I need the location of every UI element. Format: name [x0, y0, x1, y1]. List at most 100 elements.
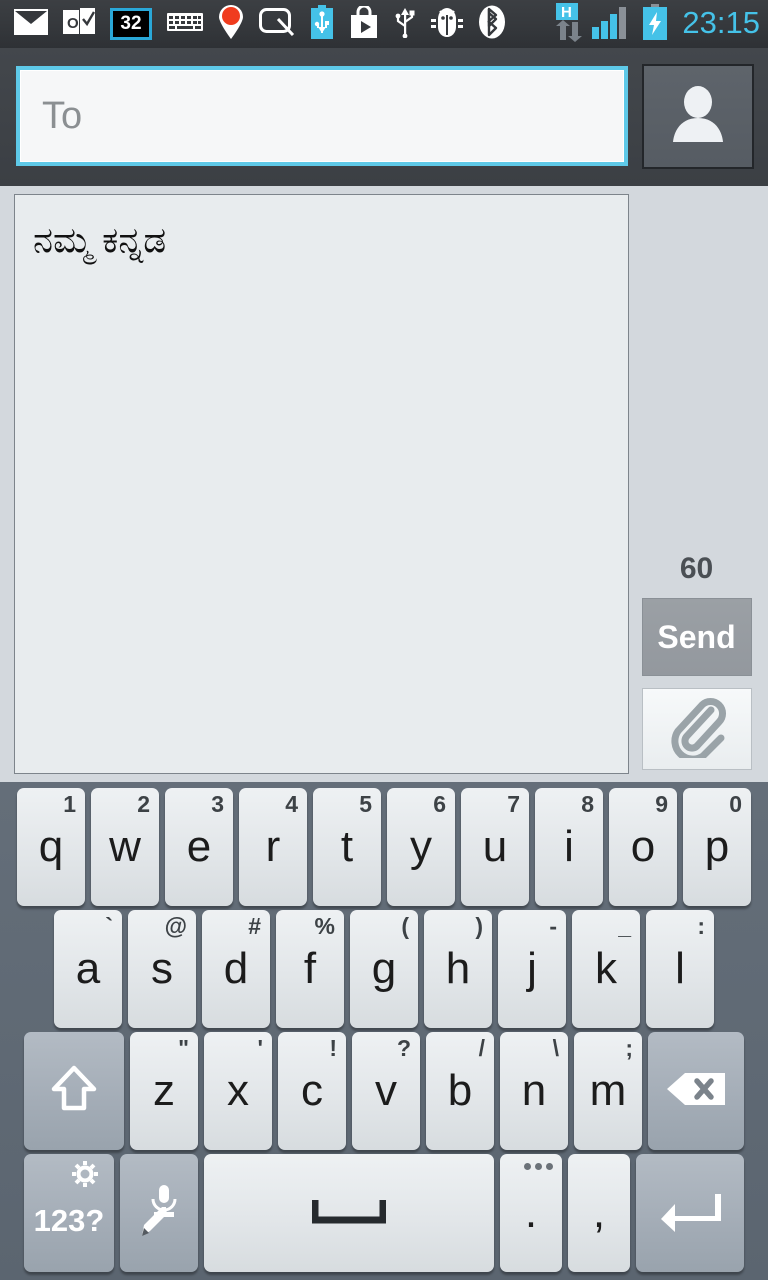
key-f-label: f — [303, 944, 317, 993]
location-pin-icon — [218, 4, 244, 44]
key-x[interactable]: ' x — [204, 1032, 272, 1150]
key-h-label: h — [445, 944, 471, 993]
key-k[interactable]: _ k — [572, 910, 640, 1028]
key-h-sup: ) — [475, 913, 483, 939]
key-u-sup: 7 — [507, 791, 520, 817]
attach-button[interactable] — [641, 688, 752, 770]
key-d[interactable]: # d — [202, 910, 270, 1028]
shift-key[interactable] — [24, 1032, 124, 1150]
key-b[interactable]: / b — [426, 1032, 494, 1150]
key-a[interactable]: ` a — [54, 910, 122, 1028]
usb-icon — [394, 6, 416, 43]
key-g[interactable]: (g — [350, 910, 418, 1028]
status-bar-icon-group: O 32 — [14, 4, 550, 44]
key-u-label: u — [482, 822, 508, 871]
key-k-sup: _ — [618, 913, 631, 939]
symbols-key[interactable]: 123? — [24, 1154, 114, 1272]
key-o[interactable]: 9o — [609, 788, 677, 906]
virtual-keyboard: 1q2w3e4r5t6y7u8i9o0p ` a @ s # d% f(g) h - j _ k: l … — [0, 782, 768, 1280]
key-u[interactable]: 7u — [461, 788, 529, 906]
key-j[interactable]: -j — [498, 910, 566, 1028]
key-t-sup: 5 — [359, 791, 372, 817]
key-s-label: s — [151, 944, 173, 993]
key-d-label: d — [223, 944, 249, 993]
period-key-label: . — [524, 1188, 538, 1237]
key-i[interactable]: 8i — [535, 788, 603, 906]
key-y-sup: 6 — [433, 791, 446, 817]
gear-icon — [70, 1160, 100, 1195]
key-e-sup: 3 — [211, 791, 224, 817]
key-t-label: t — [340, 822, 354, 871]
key-s[interactable]: @ s — [128, 910, 196, 1028]
compose-side-panel: 60 Send — [629, 194, 760, 774]
key-v[interactable]: ? v — [352, 1032, 420, 1150]
key-t[interactable]: 5t — [313, 788, 381, 906]
key-z-sup: " — [178, 1035, 189, 1061]
backspace-key[interactable] — [648, 1032, 744, 1150]
period-key[interactable]: . — [500, 1154, 562, 1272]
key-r[interactable]: 4r — [239, 788, 307, 906]
key-y[interactable]: 6y — [387, 788, 455, 906]
key-h[interactable]: ) h — [424, 910, 492, 1028]
key-q[interactable]: 1q — [17, 788, 85, 906]
key-x-label: x — [227, 1066, 249, 1115]
key-m[interactable]: ; m — [574, 1032, 642, 1150]
send-button[interactable]: Send — [641, 598, 752, 676]
key-n-sup: \ — [552, 1035, 559, 1061]
message-text-value: ನಮ್ಮ ಕನ್ನಡ — [33, 219, 167, 260]
paperclip-icon — [665, 696, 729, 763]
key-l[interactable]: :l — [646, 910, 714, 1028]
key-w[interactable]: 2w — [91, 788, 159, 906]
svg-text:O: O — [67, 15, 79, 32]
microphone-pencil-icon — [132, 1181, 186, 1246]
contact-person-icon — [668, 82, 728, 151]
key-f[interactable]: % f — [276, 910, 344, 1028]
recipient-placeholder: To — [42, 94, 83, 137]
message-text-input[interactable]: ನಮ್ಮ ಕನ್ನಡ — [14, 194, 629, 774]
space-key[interactable] — [204, 1154, 494, 1272]
key-l-label: l — [675, 944, 685, 993]
key-e[interactable]: 3e — [165, 788, 233, 906]
compose-body: ನಮ್ಮ ಕನ್ನಡ 60 Send — [0, 186, 768, 782]
key-a-label: a — [75, 944, 101, 993]
keyboard-row-3: " z ' x! c? v / b \ n; m — [4, 1032, 764, 1150]
signal-bars-icon — [592, 5, 634, 44]
enter-key[interactable] — [636, 1154, 744, 1272]
character-counter: 60 — [679, 552, 714, 585]
key-e-label: e — [186, 822, 212, 871]
key-g-sup: ( — [401, 913, 409, 939]
key-z[interactable]: " z — [130, 1032, 198, 1150]
key-p[interactable]: 0p — [683, 788, 751, 906]
status-bar-right-group: H 23:15 — [550, 2, 760, 47]
outlook-icon: O — [63, 7, 96, 41]
contact-picker-button[interactable] — [642, 63, 754, 169]
key-o-sup: 9 — [655, 791, 668, 817]
recipient-to-input[interactable]: To — [16, 66, 628, 166]
status-bar[interactable]: O 32 H 23:15 — [0, 0, 768, 48]
key-n[interactable]: \ n — [500, 1032, 568, 1150]
keyboard-row-2: ` a @ s # d% f(g) h - j _ k: l — [4, 910, 764, 1028]
key-c[interactable]: ! c — [278, 1032, 346, 1150]
key-i-label: i — [564, 822, 574, 871]
key-q-label: q — [38, 822, 64, 871]
voice-input-key[interactable] — [120, 1154, 198, 1272]
debug-bug-icon — [431, 7, 463, 42]
key-w-label: w — [109, 822, 141, 871]
shift-arrow-icon — [49, 1063, 99, 1120]
key-p-label: p — [704, 822, 730, 871]
email-icon — [14, 8, 48, 40]
key-o-label: o — [630, 822, 656, 871]
key-a-sup: ` — [105, 913, 113, 939]
key-g-label: g — [371, 944, 397, 993]
key-m-sup: ; — [625, 1035, 633, 1061]
compose-header: To — [0, 48, 768, 186]
symbols-key-label: 123? — [33, 1203, 105, 1238]
key-s-sup: @ — [164, 913, 187, 939]
key-l-sup: : — [697, 913, 705, 939]
key-r-label: r — [265, 822, 281, 871]
key-w-sup: 2 — [137, 791, 150, 817]
enter-arrow-icon — [657, 1188, 723, 1239]
comma-key[interactable]: , — [568, 1154, 630, 1272]
key-v-label: v — [375, 1066, 397, 1115]
key-z-label: z — [153, 1066, 175, 1115]
